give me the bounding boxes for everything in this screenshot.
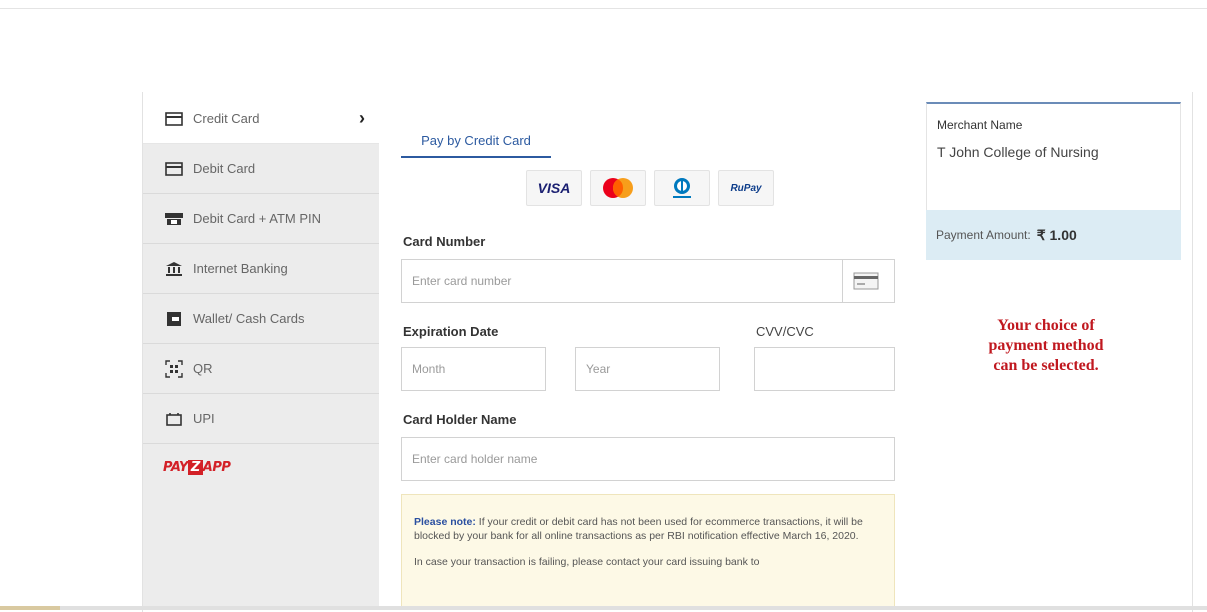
debit-card-icon (163, 161, 185, 177)
sidebar-item-label: Credit Card (193, 111, 260, 126)
payzapp-logo: PAY Z APP (163, 459, 231, 475)
card-number-input[interactable] (401, 259, 895, 303)
payment-method-sidebar: Credit Card › Debit Card Debit Card + AT… (143, 94, 379, 610)
annotation-line: Your choice of (997, 317, 1095, 334)
rbi-notice: Please note: If your credit or debit car… (401, 494, 895, 610)
sidebar-item-upi[interactable]: UPI (143, 394, 379, 444)
expiry-year-input[interactable] (575, 347, 720, 391)
expiration-date-label: Expiration Date (403, 324, 499, 339)
sidebar-item-internet-banking[interactable]: Internet Banking (143, 244, 379, 294)
annotation-line: payment method (988, 337, 1104, 354)
sidebar-item-label: Debit Card (193, 161, 256, 176)
annotation-line: can be selected. (993, 357, 1099, 374)
upi-icon (163, 411, 185, 427)
card-holder-name-label: Card Holder Name (403, 412, 517, 427)
diners-club-logo (654, 170, 710, 206)
mastercard-logo (590, 170, 646, 206)
card-payment-form: Pay by Credit Card VISA RuPay Card Numbe… (380, 94, 910, 610)
merchant-name-value: T John College of Nursing (937, 144, 1099, 160)
sidebar-item-wallet[interactable]: Wallet/ Cash Cards (143, 294, 379, 344)
sidebar-item-label: Wallet/ Cash Cards (193, 311, 305, 326)
qr-icon (163, 359, 185, 378)
sidebar-item-label: UPI (193, 411, 215, 426)
note-text-failing: In case your transaction is failing, ple… (414, 556, 760, 568)
sidebar-item-qr[interactable]: QR (143, 344, 379, 394)
tab-pay-by-credit-card[interactable]: Pay by Credit Card (401, 126, 551, 158)
card-number-label: Card Number (403, 234, 486, 249)
expiry-month-input[interactable] (401, 347, 546, 391)
merchant-name-heading: Merchant Name (937, 118, 1023, 132)
sidebar-item-payzapp[interactable]: PAY Z APP (143, 444, 379, 490)
sidebar-item-label: Internet Banking (193, 261, 288, 276)
payment-amount-label: Payment Amount: (936, 228, 1031, 242)
payment-amount-bar: Payment Amount: ₹ 1.00 (926, 210, 1181, 260)
order-summary: Merchant Name T John College of Nursing … (926, 102, 1181, 260)
note-heading: Please note: (414, 516, 476, 528)
merchant-box: Merchant Name T John College of Nursing (926, 102, 1181, 210)
bank-icon (163, 261, 185, 277)
payment-amount-value: ₹ 1.00 (1036, 226, 1077, 243)
visa-logo: VISA (526, 170, 582, 206)
sidebar-item-debit-atm-pin[interactable]: Debit Card + ATM PIN (143, 194, 379, 244)
cvv-input[interactable] (754, 347, 895, 391)
sidebar-item-label: QR (193, 361, 213, 376)
credit-card-icon (163, 111, 185, 127)
sidebar-item-credit-card[interactable]: Credit Card › (143, 94, 379, 144)
rupay-logo: RuPay (718, 170, 774, 206)
chevron-right-icon: › (359, 108, 365, 128)
card-brand-logos: VISA RuPay (526, 170, 774, 206)
bottom-divider (0, 606, 1207, 610)
sidebar-item-debit-card[interactable]: Debit Card (143, 144, 379, 194)
card-holder-name-input[interactable] (401, 437, 895, 481)
note-text: If your credit or debit card has not bee… (414, 516, 863, 542)
card-type-icon (842, 259, 889, 303)
cvv-label: CVV/CVC (756, 324, 814, 339)
top-divider (0, 8, 1207, 9)
atm-pin-icon (163, 211, 185, 227)
wallet-icon (163, 311, 185, 327)
annotation-text: Your choice of payment method can be sel… (946, 316, 1146, 376)
sidebar-item-label: Debit Card + ATM PIN (193, 211, 321, 226)
